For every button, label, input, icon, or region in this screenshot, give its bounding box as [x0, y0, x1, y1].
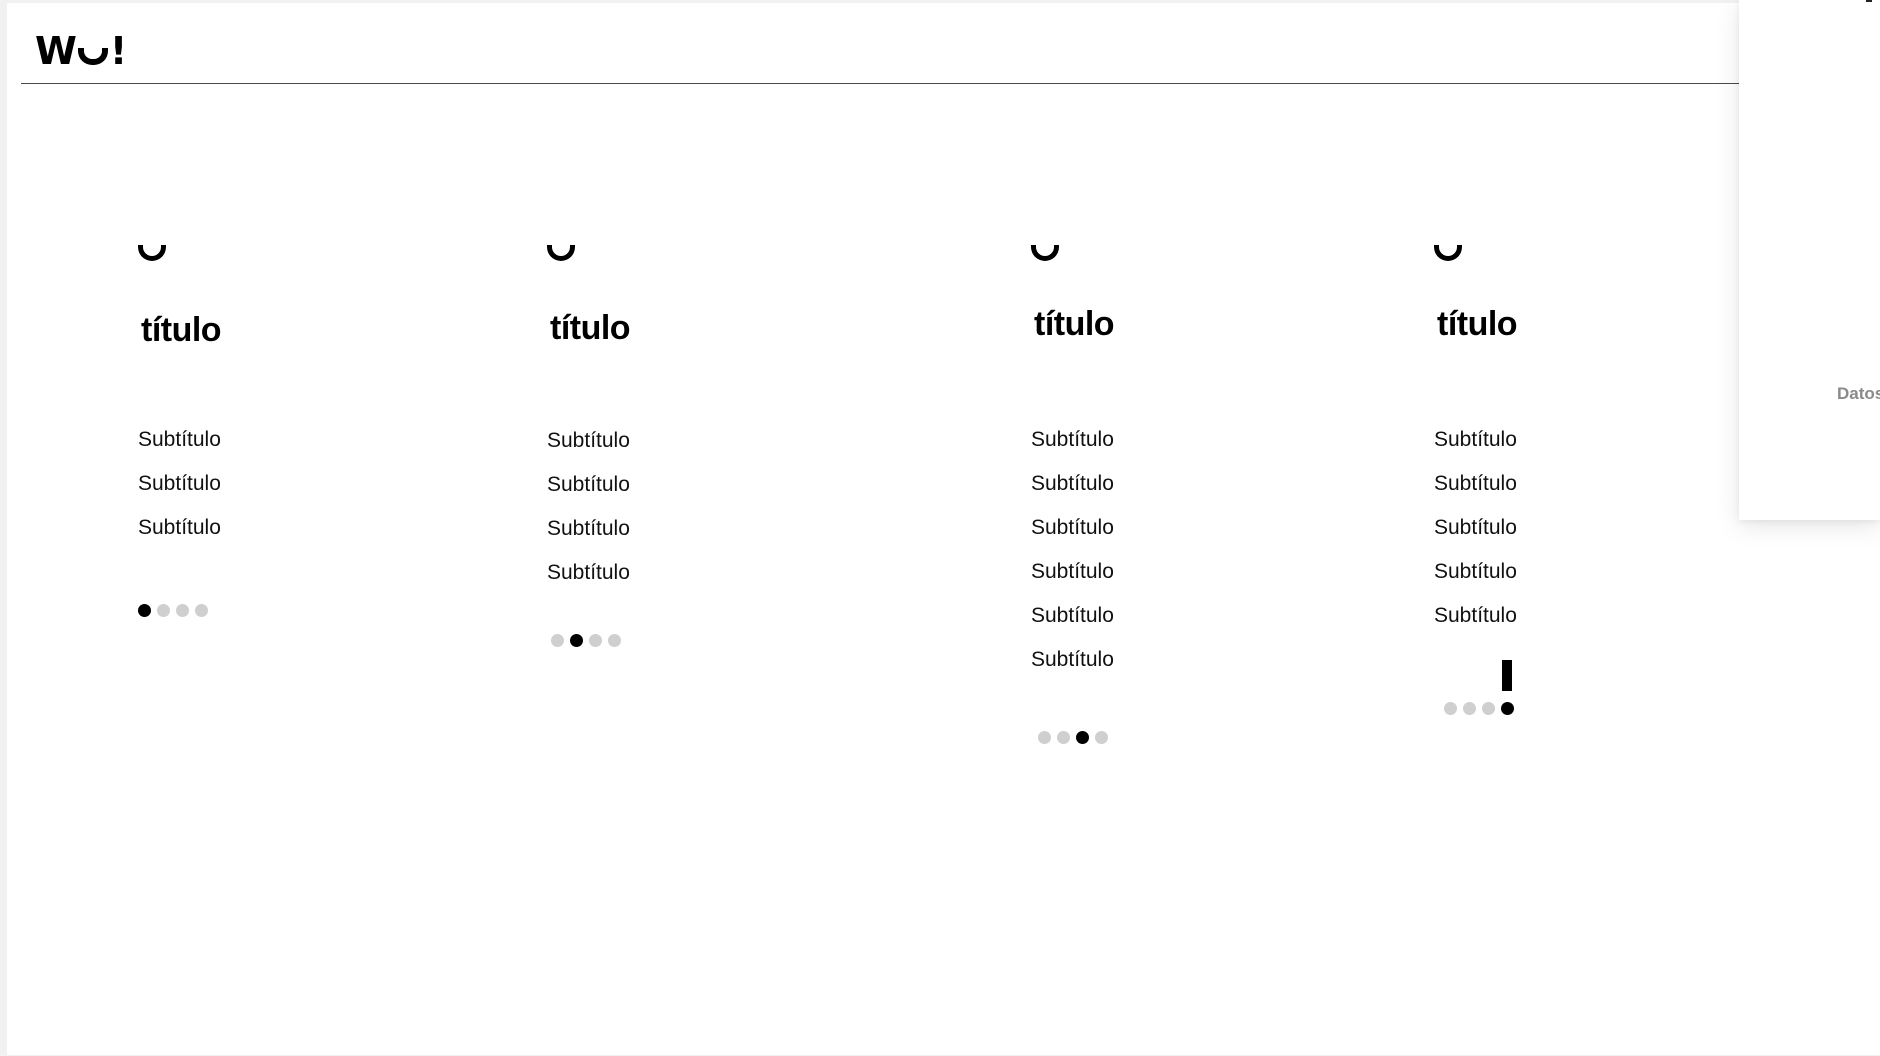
- smile-icon: [1434, 245, 1462, 261]
- subtitle-item: Subtítulo: [1434, 516, 1517, 539]
- pagination-dot[interactable]: [589, 634, 602, 647]
- page: W! título Subtítulo Subtítulo Subtítulo …: [7, 3, 1880, 1055]
- subtitle-item: Subtítulo: [547, 473, 630, 496]
- pagination-dot[interactable]: [138, 604, 151, 617]
- pagination-dot[interactable]: [551, 634, 564, 647]
- card-title: título: [1034, 305, 1115, 343]
- smile-icon: [1031, 245, 1059, 261]
- subtitle-item: Subtítulo: [138, 472, 221, 495]
- subtitle-item: Subtítulo: [1434, 560, 1517, 583]
- pagination-dot[interactable]: [608, 634, 621, 647]
- subtitle-item: Subtítulo: [1434, 472, 1517, 495]
- subtitle-list: Subtítulo Subtítulo Subtítulo: [138, 418, 221, 550]
- subtitle-item: Subtítulo: [1031, 560, 1114, 583]
- logo-w: W: [35, 29, 77, 73]
- pagination-dot[interactable]: [157, 604, 170, 617]
- card-title: título: [141, 311, 222, 349]
- subtitle-list: Subtítulo Subtítulo Subtítulo Subtítulo …: [1031, 418, 1114, 682]
- pagination-dots-1[interactable]: [138, 604, 208, 617]
- subtitle-item: Subtítulo: [547, 561, 630, 584]
- pagination-dot[interactable]: [1501, 702, 1514, 715]
- subtitle-item: Subtítulo: [547, 517, 630, 540]
- subtitle-item: Subtítulo: [547, 429, 630, 452]
- pagination-dot[interactable]: [1444, 702, 1457, 715]
- subtitle-item: Subtítulo: [1031, 604, 1114, 627]
- app-header: W!: [21, 3, 1754, 84]
- pagination-dot[interactable]: [1482, 702, 1495, 715]
- pagination-dot[interactable]: [176, 604, 189, 617]
- logo-smile-icon: [77, 48, 108, 65]
- panel-corner-icon: [1866, 0, 1872, 2]
- card-title: título: [550, 309, 631, 347]
- subtitle-item: Subtítulo: [1434, 428, 1517, 451]
- exclamation-bar-icon: [1502, 660, 1512, 691]
- subtitle-item: Subtítulo: [1031, 648, 1114, 671]
- smile-icon: [138, 245, 166, 261]
- subtitle-item: Subtítulo: [1434, 604, 1517, 627]
- subtitle-list: Subtítulo Subtítulo Subtítulo Subtítulo …: [1434, 418, 1517, 638]
- smile-icon: [547, 245, 575, 261]
- pagination-dot[interactable]: [1463, 702, 1476, 715]
- pagination-dot[interactable]: [1057, 731, 1070, 744]
- side-panel: Datos: [1739, 0, 1880, 520]
- side-panel-label: Datos: [1837, 384, 1880, 403]
- pagination-dot[interactable]: [195, 604, 208, 617]
- subtitle-item: Subtítulo: [1031, 428, 1114, 451]
- card-title: título: [1437, 305, 1518, 343]
- pagination-dots-4[interactable]: [1444, 702, 1514, 715]
- logo-exclamation: !: [109, 29, 127, 73]
- subtitle-item: Subtítulo: [138, 516, 221, 539]
- subtitle-item: Subtítulo: [1031, 472, 1114, 495]
- pagination-dot[interactable]: [1076, 731, 1089, 744]
- logo[interactable]: W!: [35, 29, 127, 73]
- pagination-dot[interactable]: [570, 634, 583, 647]
- subtitle-item: Subtítulo: [1031, 516, 1114, 539]
- subtitle-list: Subtítulo Subtítulo Subtítulo Subtítulo: [547, 419, 630, 595]
- pagination-dot[interactable]: [1095, 731, 1108, 744]
- pagination-dots-3[interactable]: [1038, 731, 1108, 744]
- pagination-dots-2[interactable]: [551, 634, 621, 647]
- subtitle-item: Subtítulo: [138, 428, 221, 451]
- pagination-dot[interactable]: [1038, 731, 1051, 744]
